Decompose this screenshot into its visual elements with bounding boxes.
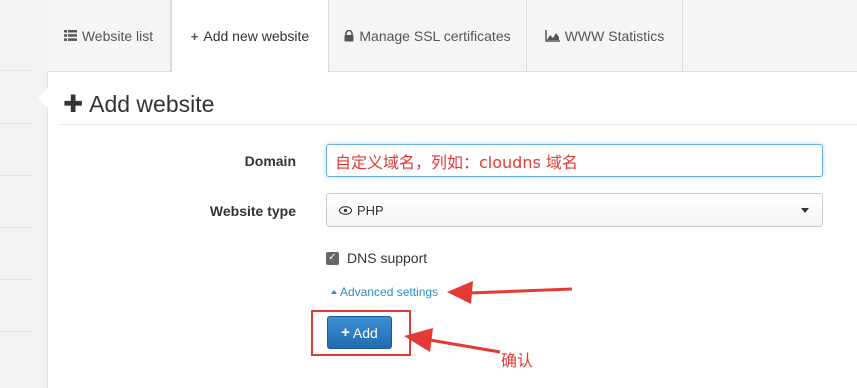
annotation-confirm-text: 确认 xyxy=(501,351,534,370)
annotation-arrow-advanced xyxy=(447,281,573,304)
annotation-arrows xyxy=(404,281,573,354)
annotation-arrow-add xyxy=(404,328,501,354)
